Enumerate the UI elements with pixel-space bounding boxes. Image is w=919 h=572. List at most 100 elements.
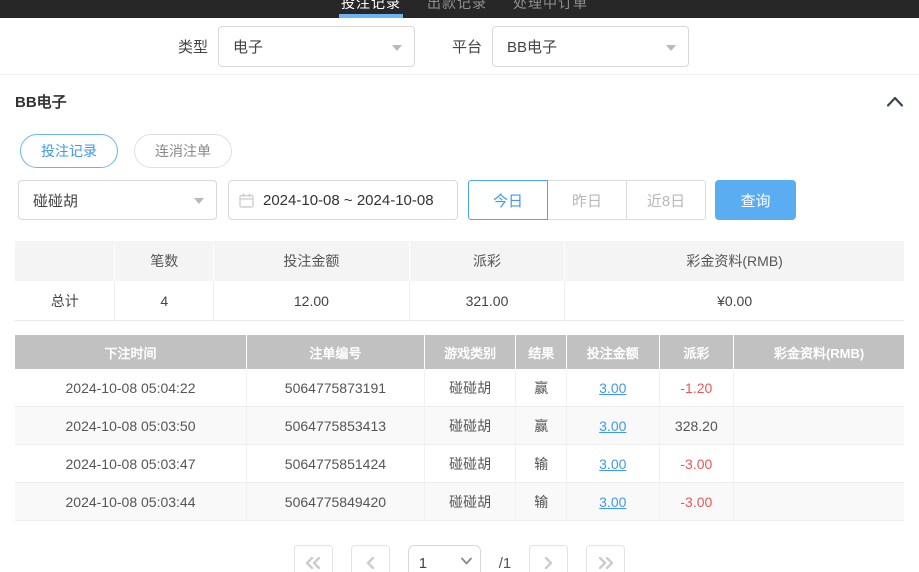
summary-header-row: 笔数 投注金额 派彩 彩金资料(RMB) — [15, 241, 904, 281]
platform-select-value: BB电子 — [507, 36, 557, 57]
bonus-value — [734, 445, 904, 483]
game-category: 碰碰胡 — [425, 407, 517, 445]
bet-records-page: 投注记录 出款记录 处理中订单 类型 电子 平台 BB电子 BB电子 投注记录 … — [0, 0, 919, 572]
next-page-button[interactable] — [529, 545, 568, 572]
type-select[interactable]: 电子 — [218, 26, 415, 67]
top-tab-label: 处理中订单 — [513, 0, 588, 11]
page-select[interactable]: 1 — [408, 545, 481, 572]
bet-time: 2024-10-08 05:03:47 — [15, 445, 247, 483]
order-number: 5064775853413 — [247, 407, 425, 445]
platform-select[interactable]: BB电子 — [492, 26, 689, 67]
tab-bet-records[interactable]: 投注记录 — [20, 134, 118, 168]
records-header-cell: 游戏类别 — [425, 335, 517, 369]
prev-page-button[interactable] — [351, 545, 390, 572]
records-header-cell: 下注时间 — [15, 335, 247, 369]
top-tab-withdraw-records[interactable]: 出款记录 — [427, 0, 487, 18]
summary-header-cell: 笔数 — [115, 241, 214, 281]
summary-bet-amount: 12.00 — [214, 281, 410, 321]
game-select-value: 碰碰胡 — [33, 190, 78, 211]
platform-section-header: BB电子 — [0, 75, 919, 116]
game-category: 碰碰胡 — [425, 445, 517, 483]
top-tab-label: 投注记录 — [341, 0, 401, 11]
chevron-down-icon — [666, 45, 676, 51]
order-number: 5064775849420 — [247, 483, 425, 521]
date-range-value: 2024-10-08 ~ 2024-10-08 — [263, 192, 434, 209]
chevron-down-icon — [194, 198, 204, 204]
type-select-value: 电子 — [233, 36, 263, 57]
bonus-value — [734, 369, 904, 407]
double-chevron-right-icon — [598, 557, 614, 569]
summary-header-cell: 彩金资料(RMB) — [565, 241, 904, 281]
records-header-cell: 注单编号 — [247, 335, 425, 369]
chevron-left-icon — [365, 557, 375, 569]
quick-date-buttons: 今日 昨日 近8日 — [468, 180, 706, 220]
top-nav-bar: 投注记录 出款记录 处理中订单 — [0, 0, 919, 18]
query-controls: 碰碰胡 2024-10-08 ~ 2024-10-08 今日 昨日 近8日 查询 — [18, 180, 919, 220]
summary-header-cell — [15, 241, 115, 281]
filter-form: 类型 电子 平台 BB电子 — [0, 26, 919, 67]
summary-table: 笔数 投注金额 派彩 彩金资料(RMB) 总计 4 12.00 321.00 ¥… — [15, 241, 904, 321]
order-number: 5064775873191 — [247, 369, 425, 407]
table-row: 2024-10-08 05:03:50 5064775853413 碰碰胡 赢 … — [15, 407, 904, 445]
payout-value: -3.00 — [660, 445, 735, 483]
bet-time: 2024-10-08 05:03:50 — [15, 407, 247, 445]
summary-payout: 321.00 — [410, 281, 566, 321]
top-tab-bet-records[interactable]: 投注记录 — [341, 0, 401, 18]
page-select-wrap: 1 — [408, 545, 481, 572]
today-button[interactable]: 今日 — [468, 180, 548, 220]
records-header-row: 下注时间 注单编号 游戏类别 结果 投注金额 派彩 彩金资料(RMB) — [15, 335, 904, 369]
double-chevron-left-icon — [305, 557, 321, 569]
result: 赢 — [516, 407, 567, 445]
page-title: BB电子 — [15, 91, 67, 112]
summary-bonus: ¥0.00 — [565, 281, 904, 321]
pagination: 1 /1 — [0, 545, 919, 572]
bet-time: 2024-10-08 05:03:44 — [15, 483, 247, 521]
records-header-cell: 投注金额 — [567, 335, 659, 369]
chevron-up-icon — [887, 96, 903, 107]
summary-header-cell: 派彩 — [410, 241, 566, 281]
table-row: 2024-10-08 05:04:22 5064775873191 碰碰胡 赢 … — [15, 369, 904, 407]
platform-label: 平台 — [452, 36, 482, 57]
last8days-button[interactable]: 近8日 — [626, 180, 706, 220]
collapse-button[interactable] — [887, 96, 903, 107]
page-total: /1 — [499, 555, 512, 572]
bet-amount-link[interactable]: 3.00 — [599, 380, 626, 396]
bet-time: 2024-10-08 05:04:22 — [15, 369, 247, 407]
records-header-cell: 结果 — [516, 335, 567, 369]
summary-header-cell: 投注金额 — [214, 241, 410, 281]
search-button[interactable]: 查询 — [715, 180, 796, 220]
chevron-down-icon — [392, 45, 402, 51]
bet-amount-link[interactable]: 3.00 — [599, 418, 626, 434]
summary-total-label: 总计 — [15, 281, 115, 321]
bonus-value — [734, 407, 904, 445]
top-tab-label: 出款记录 — [427, 0, 487, 11]
bet-amount-link[interactable]: 3.00 — [599, 456, 626, 472]
type-label: 类型 — [178, 36, 208, 57]
result: 输 — [516, 445, 567, 483]
result: 输 — [516, 483, 567, 521]
records-table: 下注时间 注单编号 游戏类别 结果 投注金额 派彩 彩金资料(RMB) 2024… — [15, 335, 904, 521]
last-page-button[interactable] — [586, 545, 625, 572]
top-tab-pending-orders[interactable]: 处理中订单 — [513, 0, 588, 18]
tab-cancelled-orders[interactable]: 连消注单 — [134, 134, 232, 168]
record-type-tabs: 投注记录 连消注单 — [20, 134, 919, 168]
bet-amount-link[interactable]: 3.00 — [599, 494, 626, 510]
order-number: 5064775851424 — [247, 445, 425, 483]
summary-total-row: 总计 4 12.00 321.00 ¥0.00 — [15, 281, 904, 321]
payout-value: 328.20 — [660, 407, 735, 445]
game-category: 碰碰胡 — [425, 483, 517, 521]
bonus-value — [734, 483, 904, 521]
date-range-picker[interactable]: 2024-10-08 ~ 2024-10-08 — [228, 180, 458, 220]
calendar-icon — [239, 193, 254, 208]
summary-count: 4 — [115, 281, 214, 321]
payout-value: -3.00 — [660, 483, 735, 521]
yesterday-button[interactable]: 昨日 — [547, 180, 627, 220]
result: 赢 — [516, 369, 567, 407]
table-row: 2024-10-08 05:03:47 5064775851424 碰碰胡 输 … — [15, 445, 904, 483]
records-header-cell: 彩金资料(RMB) — [734, 335, 904, 369]
first-page-button[interactable] — [294, 545, 333, 572]
game-select[interactable]: 碰碰胡 — [18, 180, 217, 220]
payout-value: -1.20 — [660, 369, 735, 407]
game-category: 碰碰胡 — [425, 369, 517, 407]
chevron-right-icon — [544, 557, 554, 569]
